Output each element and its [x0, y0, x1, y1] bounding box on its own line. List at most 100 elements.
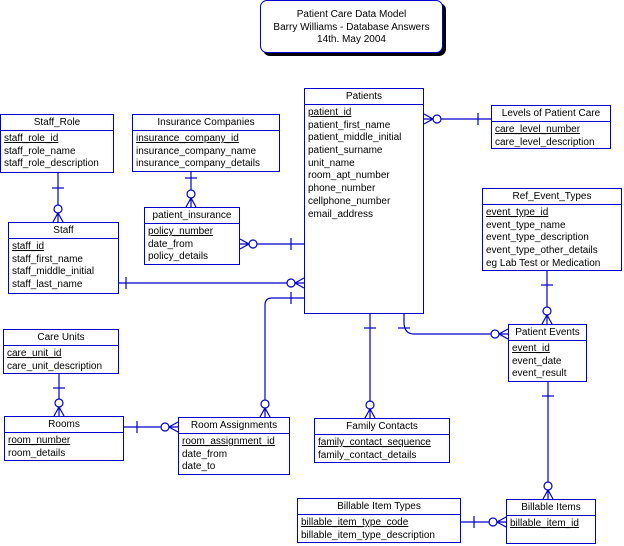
attribute: cellphone_number	[308, 195, 391, 207]
attribute: event_date	[512, 355, 562, 367]
entity-attributes: patient_id patient_first_name patient_midd…	[305, 105, 423, 223]
entity-attributes: room_assignment_id date_from date_to	[179, 434, 289, 476]
entity-title: Levels of Patient Care	[492, 106, 610, 122]
primary-key-attribute: event_type_id	[486, 207, 549, 218]
attribute: billable_item_type_description	[301, 529, 435, 541]
primary-key-attribute: care_level_number	[495, 124, 581, 135]
diagram-author: Barry Williams - Database Answers	[273, 21, 430, 33]
attribute: eg Lab Test or Medication	[486, 257, 601, 269]
attribute: staff_middle_initial	[12, 266, 95, 278]
entity-attributes: care_level_number care_level_description	[492, 122, 610, 151]
many-cardinality-mark	[167, 421, 179, 433]
many-cardinality-mark	[52, 211, 64, 223]
entity-family-contacts[interactable]: Family Contacts family_contact_sequence fa…	[314, 418, 450, 463]
many-cardinality-mark	[259, 406, 271, 418]
zero-cardinality-mark	[53, 204, 63, 214]
entity-billable-items[interactable]: Billable Items billable_item_id	[506, 499, 596, 544]
attribute: patient_first_name	[308, 119, 391, 131]
entity-insurance-companies[interactable]: Insurance Companies insurance_company_id i…	[132, 114, 280, 172]
entity-title: Family Contacts	[315, 419, 449, 435]
entity-billable-item-types[interactable]: Billable Item Types billable_item_type_co…	[297, 498, 461, 543]
entity-staff-role[interactable]: Staff_Role staff_role_id staff_role_name st…	[0, 114, 114, 173]
entity-attributes: event_type_id event_type_name event_type_d…	[483, 205, 621, 272]
entity-attributes: staff_id staff_first_name staff_middle_ini…	[9, 239, 118, 294]
diagram-date: 14th. May 2004	[317, 34, 386, 45]
entity-title: Room Assignments	[179, 418, 289, 434]
relationship-patients-room-assignments	[264, 297, 304, 400]
entity-title: Insurance Companies	[133, 115, 279, 131]
entity-rooms[interactable]: Rooms room_number room_details	[4, 416, 124, 461]
entity-attributes: billable_item_type_code billable_item_typ…	[298, 515, 460, 544]
primary-key-attribute: family_contact_sequence	[318, 437, 431, 448]
attribute: phone_number	[308, 183, 376, 195]
attribute: care_unit_description	[7, 360, 103, 372]
zero-cardinality-mark	[248, 239, 258, 249]
many-cardinality-mark	[364, 407, 376, 419]
primary-key-attribute: staff_role_id	[4, 133, 59, 144]
entity-title: Care Units	[4, 330, 118, 346]
entity-room-assignments[interactable]: Room Assignments room_assignment_id date_f…	[178, 417, 290, 475]
many-cardinality-mark	[239, 238, 251, 250]
entity-attributes: event_id event_date event_result	[509, 341, 586, 383]
attribute: email_address	[308, 208, 374, 220]
zero-cardinality-mark	[160, 422, 170, 432]
many-cardinality-mark	[293, 277, 305, 289]
many-cardinality-mark	[53, 405, 65, 417]
zero-cardinality-mark	[542, 306, 552, 316]
entity-patient-events[interactable]: Patient Events event_id event_date event_re…	[508, 324, 587, 382]
primary-key-attribute: room_number	[8, 435, 71, 446]
many-cardinality-mark	[185, 196, 197, 208]
entity-title: patient_insurance	[145, 208, 239, 224]
entity-attributes: room_number room_details	[5, 433, 123, 462]
primary-key-attribute: care_unit_id	[7, 348, 62, 359]
entity-title: Ref_Event_Types	[483, 189, 621, 205]
entity-levels-of-patient-care[interactable]: Levels of Patient Care care_level_number c…	[491, 105, 611, 149]
attribute: event_type_other_details	[486, 245, 598, 257]
entity-staff[interactable]: Staff staff_id staff_first_name staff_middl…	[8, 222, 119, 294]
attribute: family_contact_details	[318, 449, 417, 461]
attribute: care_level_description	[495, 136, 595, 148]
attribute: policy_details	[148, 251, 209, 263]
attribute: staff_role_name	[4, 145, 76, 157]
zero-cardinality-mark	[490, 329, 500, 339]
entity-attributes: insurance_company_id insurance_company_na…	[133, 131, 279, 173]
entity-patient-insurance[interactable]: patient_insurance policy_number date_from p…	[144, 207, 240, 265]
attribute: event_type_description	[486, 232, 589, 244]
entity-title: Patient Events	[509, 325, 586, 341]
primary-key-attribute: policy_number	[148, 226, 214, 237]
entity-title: Rooms	[5, 417, 123, 433]
entity-care-units[interactable]: Care Units care_unit_id care_unit_descript…	[3, 329, 119, 374]
attribute: patient_middle_initial	[308, 132, 402, 144]
attribute: date_from	[148, 238, 194, 250]
attribute: room_apt_number	[308, 170, 390, 182]
attribute: room_details	[8, 447, 66, 459]
attribute: unit_name	[308, 157, 355, 169]
attribute: staff_first_name	[12, 253, 83, 265]
entity-attributes: billable_item_id	[507, 516, 595, 533]
primary-key-attribute: patient_id	[308, 107, 352, 118]
entity-title: Patients	[305, 89, 423, 105]
attribute: insurance_company_name	[136, 145, 257, 157]
many-cardinality-mark	[497, 328, 509, 340]
attribute: insurance_company_details	[136, 158, 260, 170]
diagram-title-box: Patient Care Data Model Barry Williams -…	[260, 0, 443, 53]
attribute: date_to	[182, 461, 216, 473]
entity-patients[interactable]: Patients patient_id patient_first_name pati…	[304, 88, 424, 314]
entity-attributes: policy_number date_from policy_details	[145, 224, 239, 266]
entity-ref-event-types[interactable]: Ref_Event_Types event_type_id event_type_n…	[482, 188, 622, 271]
relationship-patients-patient-events	[403, 314, 491, 335]
primary-key-attribute: insurance_company_id	[136, 133, 239, 144]
zero-cardinality-mark	[286, 278, 296, 288]
primary-key-attribute: billable_item_id	[510, 518, 579, 529]
zero-cardinality-mark	[54, 398, 64, 408]
attribute: staff_role_description	[4, 158, 99, 170]
primary-key-attribute: room_assignment_id	[182, 436, 275, 447]
entity-title: Billable Item Types	[298, 499, 460, 515]
diagram-title: Patient Care Data Model	[296, 9, 407, 20]
primary-key-attribute: event_id	[512, 343, 550, 354]
entity-attributes: care_unit_id care_unit_description	[4, 346, 118, 375]
zero-cardinality-mark	[488, 517, 498, 527]
zero-cardinality-mark	[260, 399, 270, 409]
entity-attributes: family_contact_sequence family_contact_de…	[315, 435, 449, 464]
attribute: event_result	[512, 368, 567, 380]
